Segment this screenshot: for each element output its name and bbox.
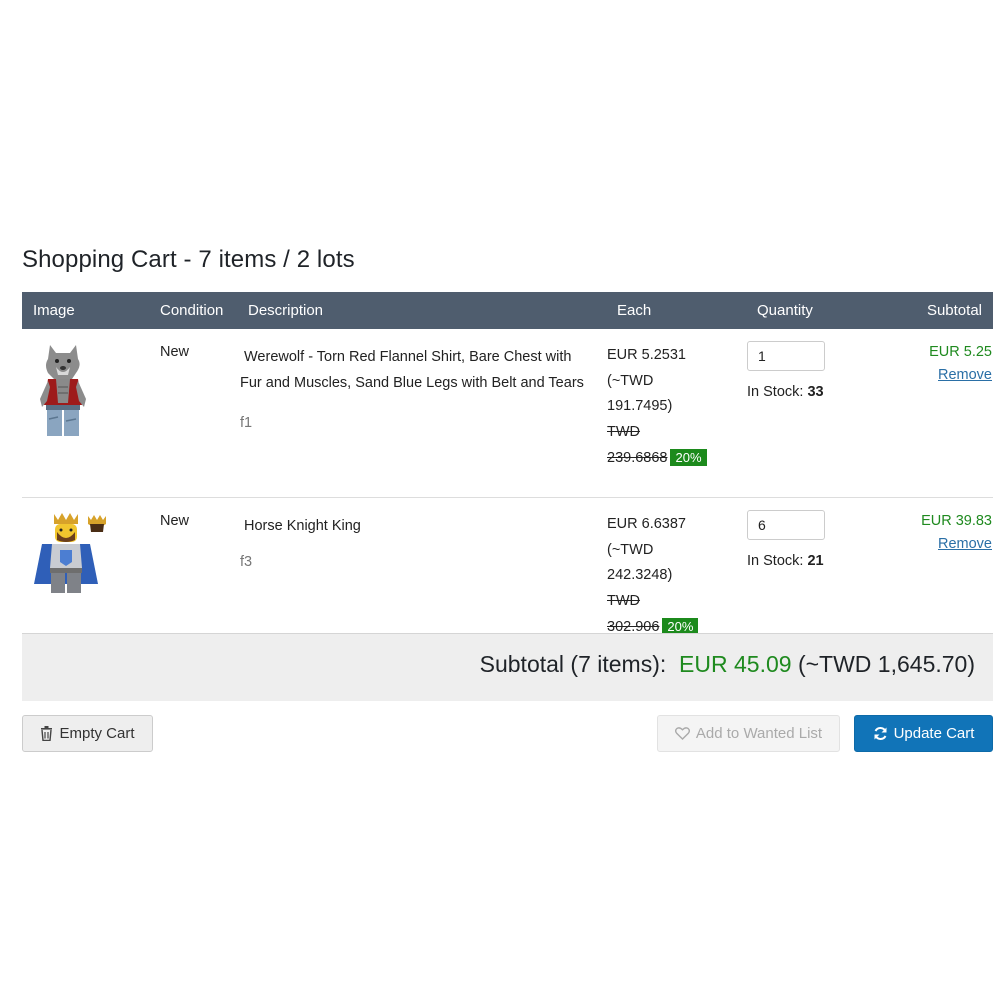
stock-info: In Stock: 21 [747,553,880,569]
quantity-cell: In Stock: 33 [746,329,881,498]
stock-info: In Stock: 33 [747,384,880,400]
stock-count: 21 [807,553,824,569]
quantity-input[interactable] [747,341,825,371]
price-approx-line2: 191.7495) [607,398,673,414]
header-quantity: Quantity [746,292,881,329]
empty-cart-label: Empty Cart [59,725,135,742]
header-description: Description [237,292,606,329]
header-condition: Condition [149,292,237,329]
item-image-cell [22,329,149,498]
header-subtotal: Subtotal [881,292,993,329]
row-subtotal: EUR 5.25 [929,344,992,360]
add-to-wanted-list-button[interactable]: Add to Wanted List [657,715,840,752]
refresh-icon [873,726,888,741]
stock-count: 33 [807,384,824,400]
old-price-line2: 239.6868 [607,450,668,466]
price-cell: EUR 5.2531 (~TWD 191.7495) TWD 239.6868 2… [606,329,746,498]
stock-label: In Stock: [747,553,804,569]
header-image: Image [22,292,149,329]
subtotal-cell: EUR 5.25 Remove [881,329,993,498]
update-cart-button[interactable]: Update Cart [854,715,993,752]
price-approx-line1: (~TWD [607,541,654,558]
header-each: Each [606,292,746,329]
item-name-link[interactable]: Werewolf - Torn Red Flannel Shirt, Bare … [240,344,605,396]
page-title: Shopping Cart - 7 items / 2 lots [22,246,355,273]
remove-link[interactable]: Remove [882,536,992,552]
cart-total-bar: Subtotal (7 items): EUR 45.09 (~TWD 1,64… [22,633,993,701]
total-label: Subtotal (7 items): [479,651,667,677]
price-value: EUR 6.6387 [607,516,686,532]
total-approx: (~TWD 1,645.70) [797,651,975,677]
price-value: EUR 5.2531 [607,347,686,363]
update-cart-label: Update Cart [893,725,975,742]
table-row: New Werewolf - Torn Red Flannel Shirt, B… [22,329,993,498]
stock-label: In Stock: [747,384,804,400]
description-cell: Werewolf - Torn Red Flannel Shirt, Bare … [237,329,606,498]
trash-icon [40,726,53,741]
heart-icon [674,727,690,740]
item-code: f1 [240,415,253,431]
add-to-wanted-list-label: Add to Wanted List [695,725,823,742]
item-name-link[interactable]: Horse Knight King [240,513,605,539]
item-name-line1: Horse Knight King [244,518,361,534]
empty-cart-button[interactable]: Empty Cart [22,715,153,752]
cart-total: Subtotal (7 items): EUR 45.09 (~TWD 1,64… [480,651,975,678]
price-approx-line1: (~TWD [607,372,654,389]
table-header-row: Image Condition Description Each Quantit… [22,292,993,329]
werewolf-minifigure-image[interactable] [32,341,94,439]
cart-table: Image Condition Description Each Quantit… [22,292,993,664]
item-name-line2: Fur and Muscles, Sand Blue Legs with Bel… [240,375,584,391]
item-name-line1: Werewolf - Torn Red Flannel Shirt, Bare … [244,349,572,365]
row-subtotal: EUR 39.83 [921,513,992,529]
quantity-input[interactable] [747,510,825,540]
discount-badge: 20% [670,449,707,466]
horse-knight-king-minifigure-image[interactable] [32,510,112,596]
item-code: f3 [240,554,253,570]
remove-link[interactable]: Remove [882,367,992,383]
old-price-line1: TWD [607,592,641,609]
old-price-line1: TWD [607,423,641,440]
condition-cell: New [149,329,237,498]
price-approx-line2: 242.3248) [607,567,673,583]
total-amount: EUR 45.09 [679,651,792,677]
